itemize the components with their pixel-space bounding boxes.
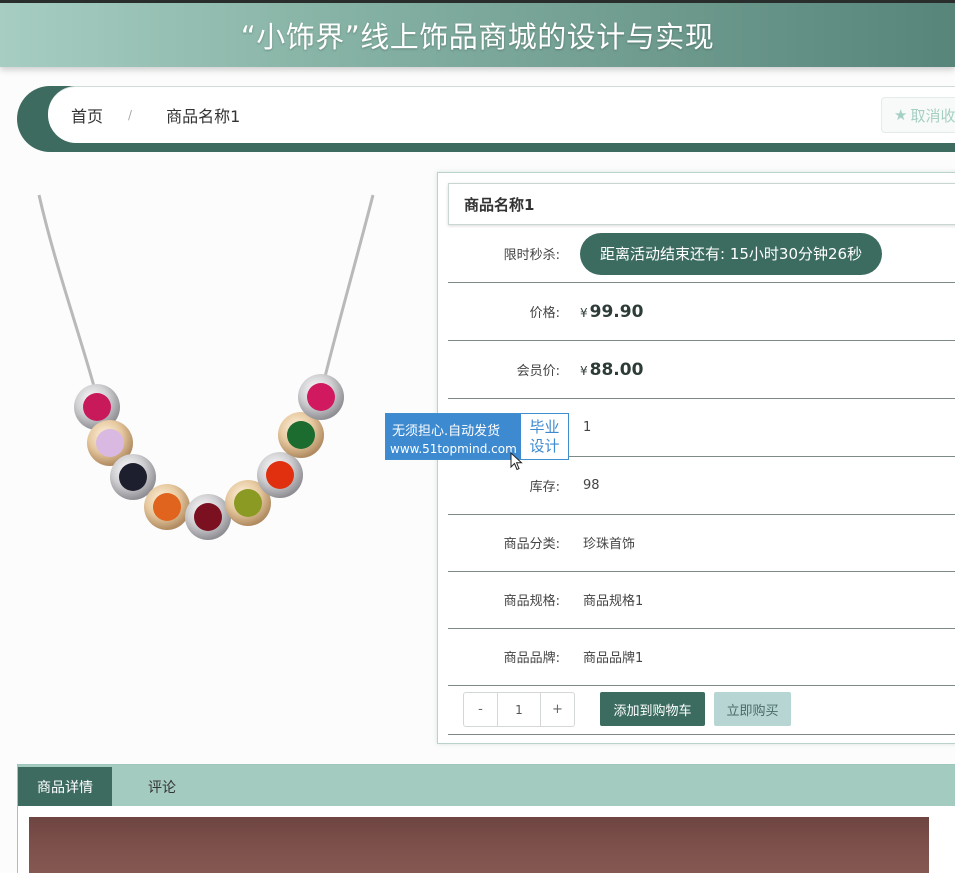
- obscured-row-value: 1: [583, 420, 592, 435]
- breadcrumb-current: 商品名称1: [166, 107, 241, 126]
- product-name: 商品名称1: [448, 183, 955, 225]
- breadcrumb-separator: /: [128, 108, 133, 122]
- mouse-pointer-icon: [510, 452, 523, 471]
- watermark-banner: 无须担心.自动发货 www.51topmind.com: [386, 414, 521, 459]
- category-label: 商品分类:: [503, 537, 560, 552]
- category-value: 珍珠首饰: [583, 537, 636, 552]
- stock-row: 库存: 98: [448, 457, 955, 515]
- breadcrumb-home-link[interactable]: 首页: [71, 103, 103, 127]
- category-row: 商品分类: 珍珠首饰: [448, 514, 955, 572]
- brand-label: 商品品牌:: [503, 651, 560, 666]
- add-to-cart-button[interactable]: 添加到购物车: [600, 692, 705, 726]
- flash-sale-row: 限时秒杀: 距离活动结束还有: 15小时30分钟26秒: [448, 225, 955, 283]
- spec-value: 商品规格1: [583, 594, 644, 609]
- product-tabs-section: 商品详情 评论: [17, 764, 955, 873]
- buy-now-button[interactable]: 立即购买: [714, 692, 791, 726]
- star-icon: ★: [894, 106, 908, 124]
- stock-value: 98: [583, 478, 600, 493]
- tab-bar: 商品详情 评论: [18, 765, 955, 806]
- tab-comments[interactable]: 评论: [112, 767, 212, 806]
- site-title: “小饰界”线上饰品商城的设计与实现: [240, 20, 715, 54]
- quantity-input[interactable]: 1: [497, 693, 541, 726]
- breadcrumb-bar: 首页 / 商品名称1 ★ 取消收藏: [17, 86, 955, 152]
- quantity-increase-button[interactable]: +: [541, 693, 574, 726]
- quantity-decrease-button[interactable]: -: [464, 693, 497, 726]
- stock-label: 库存:: [529, 480, 560, 495]
- watermark-tag: 毕业 设计: [529, 417, 560, 455]
- product-detail-image: [29, 817, 929, 873]
- brand-row: 商品品牌: 商品品牌1: [448, 628, 955, 686]
- member-price-value: ¥88.00: [580, 359, 644, 380]
- site-header: “小饰界”线上饰品商城的设计与实现: [0, 3, 955, 67]
- brand-value: 商品品牌1: [583, 651, 644, 666]
- watermark-overlay: 无须担心.自动发货 www.51topmind.com 毕业 设计: [385, 413, 569, 460]
- tab-product-details[interactable]: 商品详情: [18, 767, 112, 806]
- spec-label: 商品规格:: [503, 594, 560, 609]
- unfavorite-button[interactable]: ★ 取消收藏: [881, 97, 955, 133]
- member-price-label: 会员价:: [516, 364, 560, 379]
- watermark-url: www.51topmind.com: [390, 442, 517, 456]
- unfavorite-label: 取消收藏: [910, 106, 955, 125]
- price-row: 价格: ¥99.90: [448, 283, 955, 341]
- price-value: ¥99.90: [580, 301, 644, 322]
- spec-row: 商品规格: 商品规格1: [448, 571, 955, 629]
- flash-sale-label: 限时秒杀:: [503, 248, 560, 263]
- price-label: 价格:: [529, 306, 560, 321]
- product-image: [37, 194, 375, 540]
- countdown-badge: 距离活动结束还有: 15小时30分钟26秒: [580, 232, 883, 275]
- member-price-row: 会员价: ¥88.00: [448, 341, 955, 399]
- breadcrumb: 首页 / 商品名称1 ★ 取消收藏: [48, 86, 955, 143]
- watermark-slogan: 无须担心.自动发货: [392, 424, 501, 439]
- quantity-stepper: - 1 +: [463, 692, 575, 727]
- divider: [448, 734, 955, 735]
